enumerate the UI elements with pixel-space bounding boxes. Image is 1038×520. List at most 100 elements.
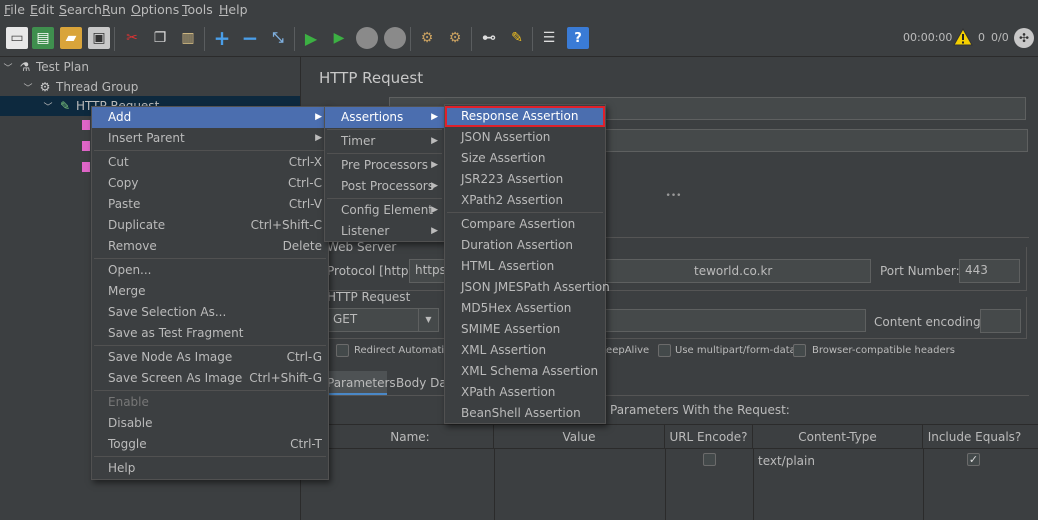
paste-icon[interactable]: ▥ <box>177 27 199 49</box>
menu-help[interactable]: Help <box>219 2 248 17</box>
menu-options[interactable]: Options <box>131 2 179 17</box>
start-no-pause-icon[interactable]: ▶ <box>328 27 350 49</box>
menu-item-shortcut: Ctrl-C <box>287 176 322 190</box>
menu-item-xpath-assertion[interactable]: XPath Assertion <box>445 382 605 403</box>
menu-separator <box>94 390 326 391</box>
port-field[interactable]: 443 <box>959 259 1020 283</box>
clear-icon[interactable]: ⚙ <box>416 27 438 49</box>
menu-item-json-jmespath-assertion[interactable]: JSON JMESPath Assertion <box>445 277 610 298</box>
menu-item-smime-assertion[interactable]: SMIME Assertion <box>445 319 605 340</box>
chevron-down-icon[interactable]: ﹀ <box>2 61 14 74</box>
save-icon[interactable]: ▣ <box>88 27 110 49</box>
menu-item-help[interactable]: Help <box>92 458 328 479</box>
menu-item-add[interactable]: Add ▶ <box>92 107 328 128</box>
submenu-arrow-icon: ▶ <box>315 133 322 143</box>
submenu-arrow-icon: ▶ <box>431 181 438 191</box>
redirect-checkbox[interactable] <box>336 344 349 357</box>
tree-node-thread-group[interactable]: ﹀ ⚙ Thread Group <box>22 77 138 97</box>
shutdown-icon[interactable] <box>384 27 406 49</box>
menu-item-remove[interactable]: Remove Delete <box>92 236 328 257</box>
table-row[interactable]: text/plain ✓ <box>327 450 1038 471</box>
column-header-name[interactable]: Name: <box>327 425 494 449</box>
menu-item-json-assertion[interactable]: JSON Assertion <box>445 127 605 148</box>
templates-icon[interactable]: ▤ <box>32 27 54 49</box>
menu-item-timer[interactable]: Timer ▶ <box>325 131 444 152</box>
search-icon[interactable]: ⊷ <box>478 27 500 49</box>
menu-item-assertions[interactable]: Assertions ▶ <box>325 107 444 128</box>
menu-item-label: Add <box>108 110 132 124</box>
menu-item-open[interactable]: Open... <box>92 260 328 281</box>
clear-all-icon[interactable]: ⚙ <box>444 27 466 49</box>
menu-item-merge[interactable]: Merge <box>92 281 328 302</box>
remote-status-icon[interactable]: ✣ <box>1014 28 1034 48</box>
function-helper-icon[interactable]: ☰ <box>538 27 560 49</box>
menu-item-beanshell-assertion[interactable]: BeanShell Assertion <box>445 403 605 424</box>
menu-run[interactable]: Run <box>102 2 126 17</box>
menu-item-save-node-as-image[interactable]: Save Node As Image Ctrl-G <box>92 347 328 368</box>
menu-edit[interactable]: Edit <box>30 2 54 17</box>
tree-node-test-plan[interactable]: ﹀ ⚗ Test Plan <box>2 57 89 77</box>
menu-item-html-assertion[interactable]: HTML Assertion <box>445 256 605 277</box>
menu-item-listener[interactable]: Listener ▶ <box>325 221 444 242</box>
warning-icon[interactable] <box>953 27 973 46</box>
menu-item-size-assertion[interactable]: Size Assertion <box>445 148 605 169</box>
menu-item-config-element[interactable]: Config Element ▶ <box>325 200 444 221</box>
start-icon[interactable]: ▶ <box>300 27 322 49</box>
menu-item-xpath2-assertion[interactable]: XPath2 Assertion <box>445 190 605 211</box>
column-header-content-type[interactable]: Content-Type <box>753 425 923 449</box>
menu-item-xml-schema-assertion[interactable]: XML Schema Assertion <box>445 361 605 382</box>
open-icon[interactable]: ▰ <box>60 27 82 49</box>
new-icon[interactable]: ▭ <box>6 27 28 49</box>
chevron-down-icon[interactable]: ﹀ <box>22 81 34 94</box>
menu-item-xml-assertion[interactable]: XML Assertion <box>445 340 605 361</box>
column-header-value[interactable]: Value <box>494 425 665 449</box>
collapse-icon[interactable]: − <box>239 26 261 50</box>
menu-search[interactable]: Search <box>59 2 102 17</box>
menu-item-paste[interactable]: Paste Ctrl-V <box>92 194 328 215</box>
browser-compatible-checkbox[interactable] <box>793 344 806 357</box>
cut-icon[interactable]: ✂ <box>121 27 143 49</box>
menu-item-cut[interactable]: Cut Ctrl-X <box>92 152 328 173</box>
menu-item-duplicate[interactable]: Duplicate Ctrl+Shift-C <box>92 215 328 236</box>
browser-compatible-label: Browser-compatible headers <box>812 345 955 356</box>
menu-item-jsr223-assertion[interactable]: JSR223 Assertion <box>445 169 605 190</box>
assertion-node-icon <box>82 141 90 151</box>
error-count: 0 <box>978 31 985 44</box>
multipart-checkbox[interactable] <box>658 344 671 357</box>
menu-item-label: Save Node As Image <box>108 350 233 364</box>
menu-item-duration-assertion[interactable]: Duration Assertion <box>445 235 605 256</box>
menu-item-response-assertion[interactable]: Response Assertion <box>445 106 605 127</box>
reset-search-icon[interactable]: ✎ <box>506 27 528 49</box>
toggle-icon[interactable]: ⤡ <box>267 27 289 49</box>
menu-item-save-as-test-fragment[interactable]: Save as Test Fragment <box>92 323 328 344</box>
include-equals-checkbox[interactable]: ✓ <box>967 453 980 466</box>
menu-item-copy[interactable]: Copy Ctrl-C <box>92 173 328 194</box>
menu-item-shortcut: Ctrl+Shift-G <box>249 371 322 385</box>
menu-item-pre-processors[interactable]: Pre Processors ▶ <box>325 155 444 176</box>
menu-file[interactable]: File <box>4 2 25 17</box>
chevron-down-icon[interactable]: ﹀ <box>42 100 54 113</box>
menu-item-post-processors[interactable]: Post Processors ▶ <box>325 176 444 197</box>
content-encoding-field[interactable] <box>980 309 1021 333</box>
menu-item-md5hex-assertion[interactable]: MD5Hex Assertion <box>445 298 605 319</box>
menu-item-toggle[interactable]: Toggle Ctrl-T <box>92 434 328 455</box>
menu-item-save-screen-as-image[interactable]: Save Screen As Image Ctrl+Shift-G <box>92 368 328 389</box>
menu-tools[interactable]: Tools <box>182 2 213 17</box>
menu-item-disable[interactable]: Disable <box>92 413 328 434</box>
menu-item-save-selection-as[interactable]: Save Selection As... <box>92 302 328 323</box>
column-header-url-encode[interactable]: URL Encode? <box>665 425 753 449</box>
expand-icon[interactable]: + <box>211 26 233 50</box>
menu-bar: File Edit Search Run Options Tools Help <box>0 0 1038 21</box>
column-header-include-equals[interactable]: Include Equals? <box>923 425 1026 449</box>
menu-item-compare-assertion[interactable]: Compare Assertion <box>445 214 605 235</box>
help-icon[interactable]: ? <box>567 27 589 49</box>
dropdown-arrow-icon[interactable]: ▼ <box>418 309 438 331</box>
copy-icon[interactable]: ❐ <box>149 27 171 49</box>
menu-item-insert-parent[interactable]: Insert Parent ▶ <box>92 128 328 149</box>
stop-icon[interactable] <box>356 27 378 49</box>
menu-item-label: Toggle <box>108 437 147 451</box>
content-type-cell[interactable]: text/plain <box>758 454 815 468</box>
menu-item-label: Disable <box>108 416 153 430</box>
method-select[interactable]: GET ▼ <box>327 308 439 332</box>
url-encode-checkbox[interactable] <box>703 453 716 466</box>
